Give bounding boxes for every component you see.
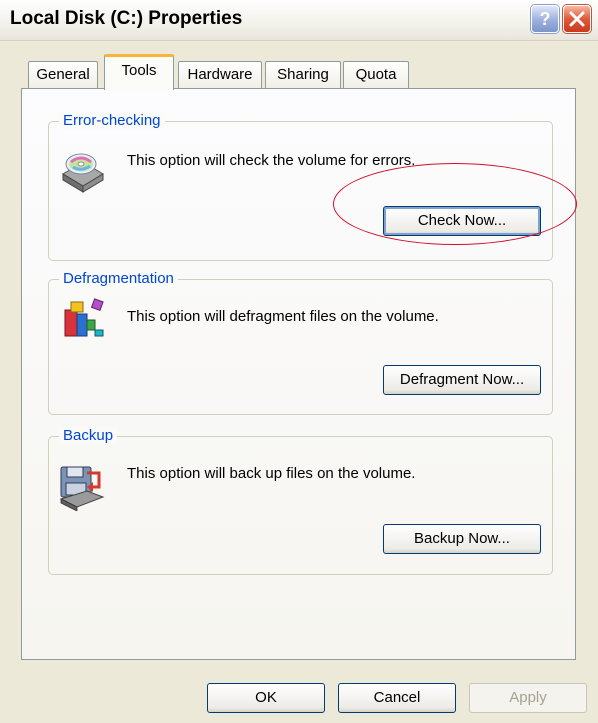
group-description: This option will check the volume for er… <box>127 152 416 169</box>
tab-label: Hardware <box>187 66 253 83</box>
tab-label: Tools <box>121 62 157 79</box>
tab-general[interactable]: General <box>28 61 98 89</box>
backup-group: Backup This option will back up files on… <box>48 427 553 575</box>
tools-tab-panel: Error-checking This option will check th… <box>21 88 576 660</box>
group-title: Backup <box>59 427 118 444</box>
cancel-button[interactable]: Cancel <box>338 683 456 713</box>
defragment-icon <box>64 298 104 337</box>
defragmentation-group: Defragmentation This option will defragm… <box>48 270 553 415</box>
ok-button[interactable]: OK <box>207 683 325 713</box>
tab-label: Quota <box>355 66 397 83</box>
group-title: Defragmentation <box>59 270 178 287</box>
tab-quota[interactable]: Quota <box>343 61 409 89</box>
tab-sharing[interactable]: Sharing <box>265 61 341 89</box>
tab-label: Sharing <box>277 66 329 83</box>
error-checking-group: Error-checking This option will check th… <box>48 112 553 261</box>
check-now-button[interactable]: Check Now... <box>383 206 541 236</box>
defragment-now-button[interactable]: Defragment Now... <box>383 365 541 395</box>
help-icon: ? <box>539 8 551 29</box>
backup-icon <box>59 466 105 511</box>
close-button[interactable] <box>563 5 591 33</box>
disk-check-icon <box>62 153 104 193</box>
help-button[interactable]: ? <box>531 5 559 33</box>
title-bar: Local Disk (C:) Properties ? <box>0 0 598 41</box>
group-title: Error-checking <box>59 112 165 129</box>
backup-now-button[interactable]: Backup Now... <box>383 524 541 554</box>
group-description: This option will back up files on the vo… <box>127 465 416 482</box>
close-icon <box>569 11 585 27</box>
tab-tools[interactable]: Tools <box>104 54 174 90</box>
group-description: This option will defragment files on the… <box>127 308 439 325</box>
apply-button[interactable]: Apply <box>469 683 587 713</box>
tab-label: General <box>36 66 90 83</box>
tab-hardware[interactable]: Hardware <box>178 61 262 89</box>
window-title: Local Disk (C:) Properties <box>10 8 243 29</box>
